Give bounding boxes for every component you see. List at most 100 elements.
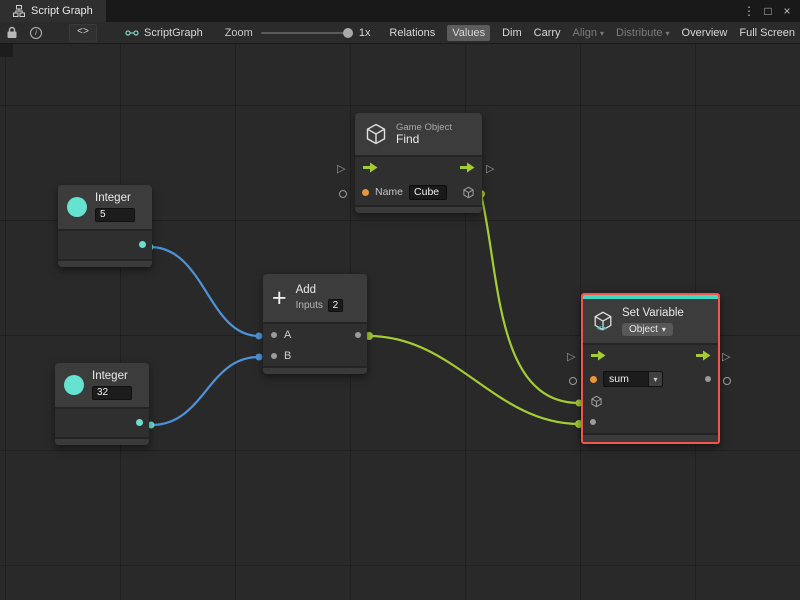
node-integer-5[interactable]: Integer 5: [58, 185, 152, 267]
zoom-slider[interactable]: [260, 26, 353, 40]
output-port[interactable]: [139, 241, 146, 248]
integer-icon: [67, 197, 87, 217]
toolbar-buttons: Relations Values Dim Carry Align ▾ Distri…: [389, 24, 800, 41]
variable-name-port[interactable]: [590, 375, 597, 383]
source-gameobject-port-icon[interactable]: [590, 395, 603, 408]
node-title: Integer: [95, 192, 131, 204]
inputs-label: Inputs: [295, 300, 323, 311]
node-footer: [583, 433, 718, 442]
graph-toolbar: i <> ScriptGraph Zoom 1x Relations Value…: [0, 22, 800, 44]
fullscreen-button[interactable]: Full Screen: [739, 27, 795, 39]
inputs-count-field[interactable]: 2: [327, 299, 343, 312]
flow-in-arrow-icon[interactable]: [590, 350, 606, 361]
caret-down-icon: ▾: [661, 324, 666, 334]
integer-icon: [64, 375, 84, 395]
lock-button[interactable]: [3, 24, 21, 42]
node-title: Set Variable: [622, 306, 684, 319]
canvas-corner: [0, 44, 13, 57]
input-ring-icon[interactable]: [569, 377, 577, 385]
flow-port-row: [583, 345, 718, 367]
node-footer: [263, 366, 367, 374]
integer-value-field[interactable]: 5: [95, 208, 135, 222]
graph-canvas[interactable]: Integer 5 Integer 32 + Add Inputs 2 A B …: [0, 44, 800, 600]
graph-asset-name: ScriptGraph: [144, 26, 203, 39]
input-port-b[interactable]: [271, 352, 277, 359]
window-menu-icon[interactable]: ⋮: [741, 4, 757, 18]
node-header: Game Object Find: [355, 113, 482, 157]
maximize-icon[interactable]: □: [760, 4, 776, 18]
node-add[interactable]: + Add Inputs 2 A B: [263, 274, 367, 374]
node-title: Find: [396, 132, 420, 146]
window-controls: ⋮ □ ×: [741, 0, 800, 22]
caret-down-icon: ▾: [665, 28, 670, 38]
add-icon: +: [272, 284, 287, 312]
value-input-port[interactable]: [590, 419, 596, 425]
graph-inspector-button[interactable]: <>: [69, 23, 97, 42]
zoom-slider-handle[interactable]: [342, 27, 353, 38]
node-integer-32[interactable]: Integer 32: [55, 363, 149, 445]
code-icon: <>: [76, 27, 89, 38]
values-button[interactable]: Values: [447, 24, 491, 41]
input-port-a[interactable]: [271, 331, 277, 338]
code-badge-icon: <>: [597, 325, 607, 334]
relations-button[interactable]: Relations: [389, 27, 435, 39]
lock-icon: [7, 26, 17, 38]
output-ring-icon[interactable]: [723, 377, 731, 385]
node-body: [55, 409, 149, 437]
flow-in-triangle-icon[interactable]: ▷: [567, 352, 575, 363]
zoom-slider-track: [260, 31, 353, 34]
flow-out-triangle-icon[interactable]: ▷: [722, 352, 730, 363]
node-title: Integer: [92, 370, 128, 382]
input-ring-icon[interactable]: [339, 190, 347, 198]
tab-script-graph[interactable]: Script Graph: [0, 0, 106, 22]
node-footer: [58, 259, 152, 267]
variable-scope-dropdown[interactable]: Object ▾: [622, 322, 673, 336]
overview-button[interactable]: Overview: [682, 27, 728, 39]
caret-down-icon: ▾: [648, 372, 662, 386]
dim-button[interactable]: Dim: [502, 27, 522, 39]
node-footer: [355, 205, 482, 213]
flow-out-arrow-icon[interactable]: [459, 162, 475, 173]
node-gameobject-find[interactable]: Game Object Find Name Cube: [355, 113, 482, 213]
info-button[interactable]: i: [27, 24, 45, 42]
gameobject-output-icon[interactable]: [462, 186, 475, 199]
value-output-port[interactable]: [705, 376, 711, 382]
flow-out-triangle-icon[interactable]: ▷: [486, 164, 494, 175]
carry-button[interactable]: Carry: [534, 27, 561, 39]
node-footer: [55, 437, 149, 445]
port-row-b: B: [263, 345, 367, 366]
integer-value-field[interactable]: 32: [92, 386, 132, 400]
node-header: <> Set Variable Object ▾: [583, 299, 718, 345]
tab-title: Script Graph: [31, 5, 93, 17]
align-button[interactable]: Align ▾: [573, 27, 604, 39]
name-input-port[interactable]: [362, 188, 369, 196]
variable-name-dropdown[interactable]: sum ▾: [603, 371, 663, 387]
output-port[interactable]: [136, 419, 143, 426]
name-value-field[interactable]: Cube: [409, 184, 448, 200]
node-header: + Add Inputs 2: [263, 274, 367, 324]
graph-tab-icon: [13, 5, 25, 17]
node-header: Integer 32: [55, 363, 149, 409]
node-title: Add: [295, 284, 317, 296]
connection-integer32-to-add-b: [150, 355, 260, 427]
close-icon[interactable]: ×: [779, 4, 795, 18]
flow-out-arrow-icon[interactable]: [695, 350, 711, 361]
script-graph-icon: [125, 29, 139, 36]
value-input-row: [583, 411, 718, 433]
flow-in-triangle-icon[interactable]: ▷: [337, 164, 345, 175]
flow-in-arrow-icon[interactable]: [362, 162, 378, 173]
name-port-row: Name Cube: [355, 179, 482, 205]
variable-name-row: sum ▾: [583, 367, 718, 391]
flow-port-row: [355, 157, 482, 179]
zoom-label: Zoom: [224, 26, 253, 39]
distribute-button[interactable]: Distribute ▾: [616, 27, 669, 39]
node-header: Integer 5: [58, 185, 152, 231]
wire-endpoint: [255, 332, 263, 340]
info-icon: i: [30, 26, 42, 39]
graph-asset[interactable]: ScriptGraph: [125, 27, 203, 39]
wire-endpoint: [255, 353, 263, 361]
output-port-sum[interactable]: [355, 331, 361, 338]
node-set-variable[interactable]: <> Set Variable Object ▾ sum ▾: [581, 293, 720, 444]
port-row-a: A: [263, 324, 367, 345]
connection-integer5-to-add-a: [149, 245, 260, 338]
